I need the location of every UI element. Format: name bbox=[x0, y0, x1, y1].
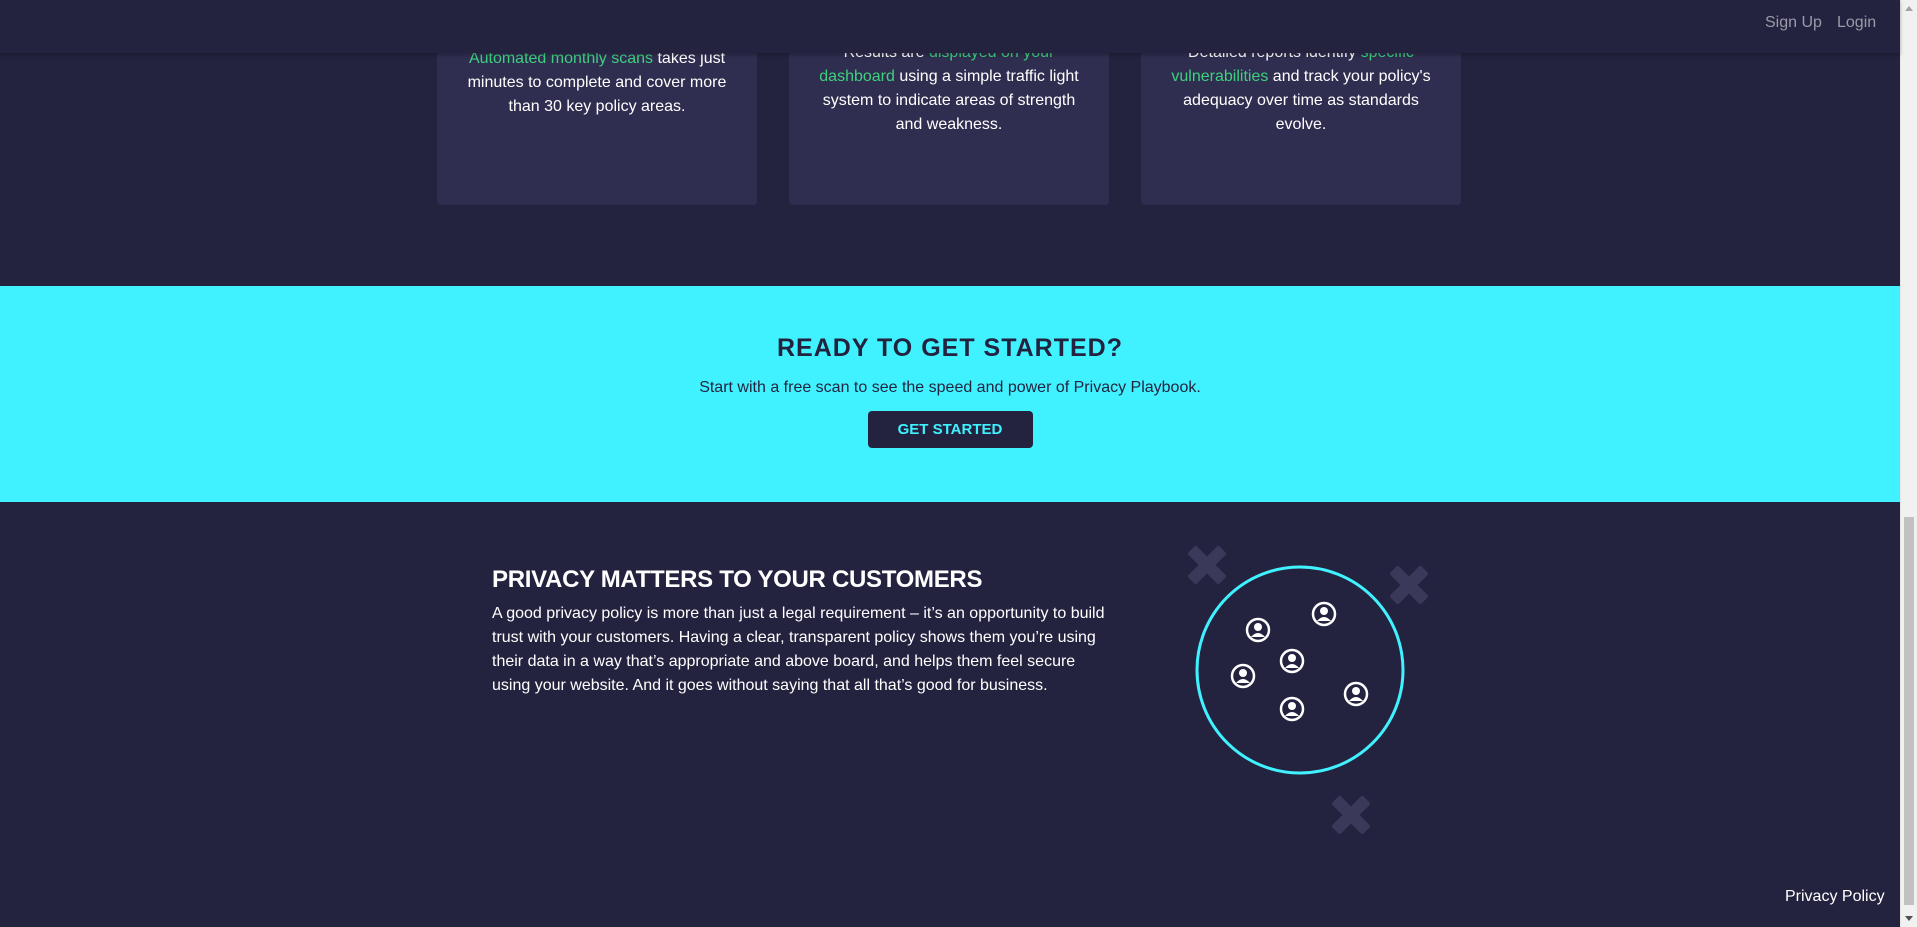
x-mark-icon bbox=[1188, 546, 1226, 584]
x-mark-icon bbox=[1332, 796, 1370, 834]
scrollbar-thumb[interactable] bbox=[1904, 517, 1914, 905]
user-icon bbox=[1230, 663, 1256, 689]
privacy-body: A good privacy policy is more than just … bbox=[492, 605, 1105, 694]
scroll-down-arrow-icon[interactable] bbox=[1905, 916, 1913, 921]
login-link[interactable]: Login bbox=[1837, 14, 1876, 32]
user-icon-group bbox=[1230, 601, 1369, 722]
user-icon bbox=[1311, 601, 1337, 627]
customers-illustration bbox=[1180, 540, 1440, 840]
user-icon bbox=[1343, 681, 1369, 707]
scroll-up-arrow-icon[interactable] bbox=[1905, 6, 1913, 11]
privacy-policy-link[interactable]: Privacy Policy bbox=[1785, 888, 1885, 906]
signup-link[interactable]: Sign Up bbox=[1765, 14, 1822, 32]
x-mark-icon bbox=[1390, 566, 1428, 604]
user-icon bbox=[1279, 648, 1305, 674]
get-started-button[interactable]: GET STARTED bbox=[867, 411, 1033, 448]
privacy-title: PRIVACY MATTERS TO YOUR CUSTOMERS bbox=[492, 566, 983, 593]
privacy-section: PRIVACY MATTERS TO YOUR CUSTOMERS A good… bbox=[492, 566, 1112, 698]
scrollbar[interactable] bbox=[1900, 0, 1917, 927]
cta-title: READY TO GET STARTED? bbox=[776, 334, 1124, 362]
user-icon bbox=[1279, 696, 1305, 722]
cta-section: READY TO GET STARTED? Start with a free … bbox=[0, 286, 1900, 502]
user-icon bbox=[1245, 617, 1271, 643]
top-navigation: Sign Up Login bbox=[0, 0, 1900, 53]
cta-text: Start with a free scan to see the speed … bbox=[699, 379, 1201, 396]
